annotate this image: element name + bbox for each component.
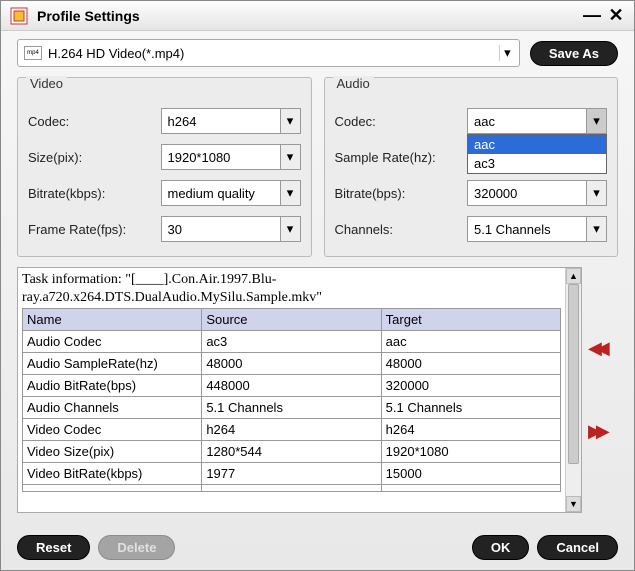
profile-format-label: H.264 HD Video(*.mp4)	[48, 46, 184, 61]
col-target: Target	[381, 309, 560, 331]
audio-codec-select[interactable]: aac▾ aac ac3	[467, 108, 607, 134]
col-name: Name	[23, 309, 202, 331]
delete-button[interactable]: Delete	[98, 535, 175, 560]
minimize-button[interactable]: —	[582, 6, 602, 26]
nav-arrows: ◀◀ ▶▶	[588, 267, 618, 513]
task-info-line1: Task information: "[____].Con.Air.1997.B…	[22, 272, 561, 288]
audio-codec-dropdown: aac ac3	[467, 134, 607, 174]
video-fps-label: Frame Rate(fps):	[28, 222, 161, 237]
video-group-title: Video	[26, 76, 67, 91]
chevron-down-icon: ▾	[586, 181, 606, 205]
chevron-down-icon: ▾	[280, 181, 300, 205]
dropdown-option-ac3[interactable]: ac3	[468, 154, 606, 173]
table-row	[23, 485, 561, 492]
settings-columns: Video Codec: h264▾ Size(pix): 1920*1080▾…	[17, 77, 618, 257]
scroll-thumb[interactable]	[568, 284, 579, 464]
video-codec-label: Codec:	[28, 114, 161, 129]
table-row: Audio SampleRate(hz)4800048000	[23, 353, 561, 375]
task-info-line2: ray.a720.x264.DTS.DualAudio.MySilu.Sampl…	[22, 290, 561, 306]
task-info-content: Task information: "[____].Con.Air.1997.B…	[18, 268, 565, 512]
save-as-button[interactable]: Save As	[530, 41, 618, 66]
dropdown-option-aac[interactable]: aac	[468, 135, 606, 154]
profile-row: mp4 H.264 HD Video(*.mp4) ▾ Save As	[17, 39, 618, 67]
chevron-down-icon: ▾	[499, 45, 515, 61]
scroll-up-icon[interactable]: ▲	[566, 268, 581, 284]
audio-group: Audio Codec: aac▾ aac ac3 Sample Rate(hz…	[324, 77, 619, 257]
cancel-button[interactable]: Cancel	[537, 535, 618, 560]
content-area: mp4 H.264 HD Video(*.mp4) ▾ Save As Vide…	[1, 31, 634, 529]
task-info-scroll: Task information: "[____].Con.Air.1997.B…	[17, 267, 582, 513]
profile-format-select[interactable]: mp4 H.264 HD Video(*.mp4) ▾	[17, 39, 520, 67]
video-bitrate-select[interactable]: medium quality▾	[161, 180, 301, 206]
audio-bitrate-select[interactable]: 320000▾	[467, 180, 607, 206]
window-title: Profile Settings	[37, 8, 578, 24]
app-icon	[9, 6, 29, 26]
video-bitrate-label: Bitrate(kbps):	[28, 186, 161, 201]
audio-channels-select[interactable]: 5.1 Channels▾	[467, 216, 607, 242]
task-info-table: Name Source Target Audio Codecac3aac Aud…	[22, 308, 561, 492]
ok-button[interactable]: OK	[472, 535, 530, 560]
table-row: Video Size(pix)1280*5441920*1080	[23, 441, 561, 463]
scroll-down-icon[interactable]: ▼	[566, 496, 581, 512]
table-row: Audio Codecac3aac	[23, 331, 561, 353]
table-header-row: Name Source Target	[23, 309, 561, 331]
audio-bitrate-label: Bitrate(bps):	[335, 186, 468, 201]
audio-group-title: Audio	[333, 76, 374, 91]
col-source: Source	[202, 309, 381, 331]
format-icon: mp4	[24, 46, 42, 60]
chevron-down-icon: ▾	[280, 217, 300, 241]
chevron-down-icon: ▾	[586, 217, 606, 241]
footer: Reset Delete OK Cancel	[1, 529, 634, 570]
video-size-label: Size(pix):	[28, 150, 161, 165]
chevron-down-icon: ▾	[586, 109, 606, 133]
audio-channels-label: Channels:	[335, 222, 468, 237]
close-button[interactable]: ✕	[606, 6, 626, 26]
table-row: Video Codech264h264	[23, 419, 561, 441]
next-icon[interactable]: ▶▶	[588, 421, 618, 442]
audio-samplerate-label: Sample Rate(hz):	[335, 150, 468, 165]
titlebar: Profile Settings — ✕	[1, 1, 634, 31]
prev-icon[interactable]: ◀◀	[588, 338, 618, 359]
chevron-down-icon: ▾	[280, 145, 300, 169]
table-row: Video BitRate(kbps)197715000	[23, 463, 561, 485]
scrollbar[interactable]: ▲ ▼	[565, 268, 581, 512]
task-info-panel: Task information: "[____].Con.Air.1997.B…	[17, 267, 618, 513]
video-group: Video Codec: h264▾ Size(pix): 1920*1080▾…	[17, 77, 312, 257]
table-row: Audio Channels5.1 Channels5.1 Channels	[23, 397, 561, 419]
video-codec-select[interactable]: h264▾	[161, 108, 301, 134]
video-fps-select[interactable]: 30▾	[161, 216, 301, 242]
table-row: Audio BitRate(bps)448000320000	[23, 375, 561, 397]
profile-settings-window: Profile Settings — ✕ mp4 H.264 HD Video(…	[0, 0, 635, 571]
video-size-select[interactable]: 1920*1080▾	[161, 144, 301, 170]
audio-codec-label: Codec:	[335, 114, 468, 129]
reset-button[interactable]: Reset	[17, 535, 90, 560]
chevron-down-icon: ▾	[280, 109, 300, 133]
